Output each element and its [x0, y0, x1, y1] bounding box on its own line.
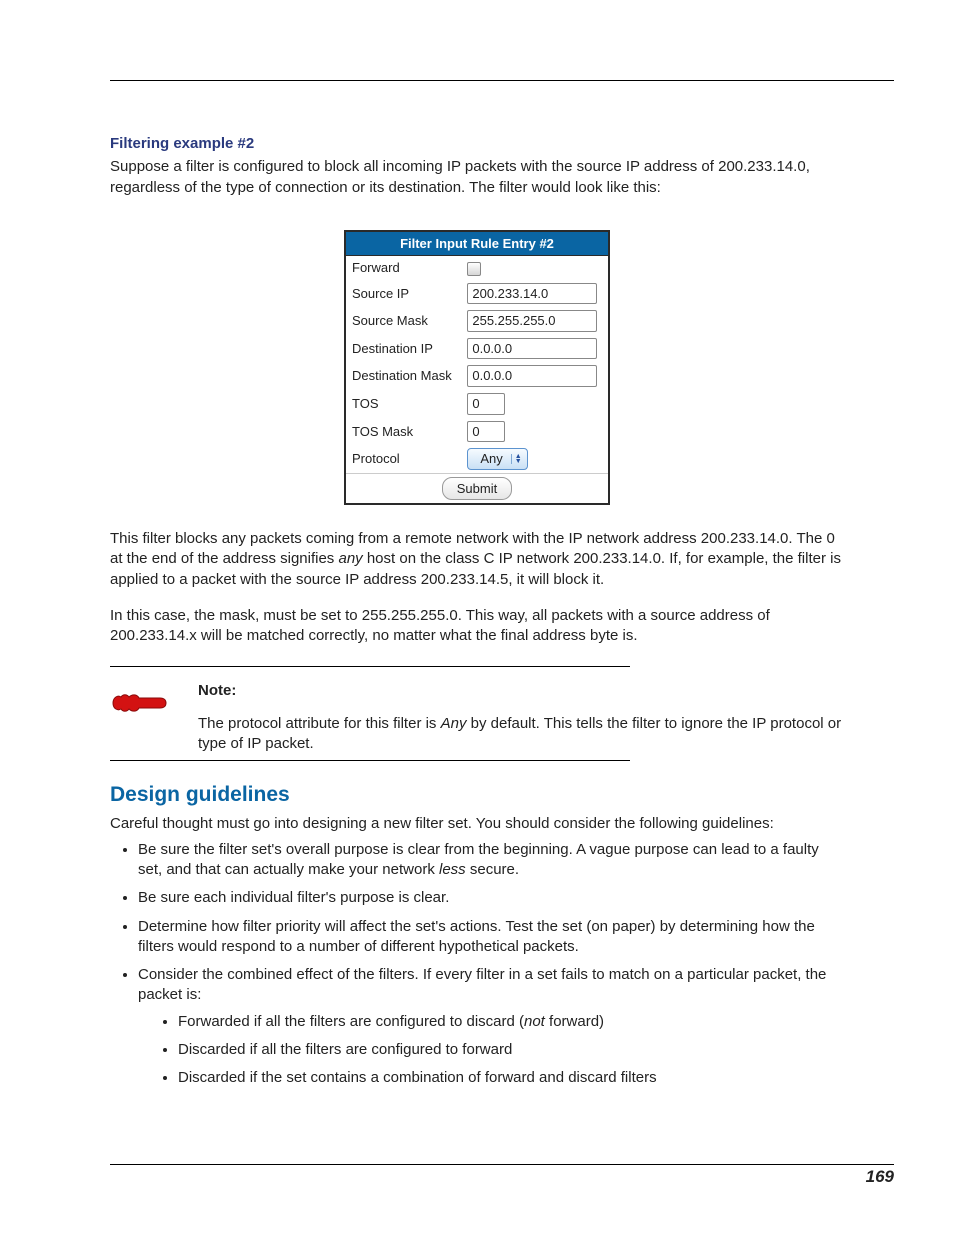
guideline-item: Determine how filter priority will affec… — [138, 917, 844, 958]
forward-label: Forward — [345, 256, 461, 280]
dest-ip-label: Destination IP — [345, 335, 461, 363]
tos-input[interactable]: 0 — [467, 393, 505, 415]
section-heading: Design guidelines — [110, 781, 844, 809]
sub-1-post: forward) — [545, 1013, 604, 1030]
source-ip-label: Source IP — [345, 280, 461, 308]
guideline-sublist: Forwarded if all the filters are configu… — [138, 1012, 844, 1089]
source-ip-input[interactable]: 200.233.14.0 — [467, 283, 597, 305]
sub-1-pre: Forwarded if all the filters are configu… — [178, 1013, 524, 1030]
tos-mask-label: TOS Mask — [345, 418, 461, 446]
guideline-item: Be sure each individual filter's purpose… — [138, 888, 844, 908]
page-root: Filtering example #2 Suppose a filter is… — [0, 0, 954, 1235]
dest-mask-label: Destination Mask — [345, 362, 461, 390]
protocol-select-value: Any — [480, 450, 502, 468]
note-text-em: Any — [441, 715, 467, 732]
bottom-horizontal-rule — [110, 1164, 894, 1165]
after-figure-para-1: This filter blocks any packets coming fr… — [110, 529, 844, 590]
form-figure-wrap: Filter Input Rule Entry #2 Forward Sourc… — [110, 230, 844, 505]
page-content: Filtering example #2 Suppose a filter is… — [110, 134, 844, 1088]
note-paragraph: The protocol attribute for this filter i… — [198, 714, 844, 755]
guideline-list: Be sure the filter set's overall purpose… — [110, 840, 844, 1089]
guideline-1-em: less — [439, 861, 466, 878]
note-block: Note: The protocol attribute for this fi… — [110, 666, 844, 761]
pointing-hand-icon — [110, 689, 168, 717]
forward-checkbox[interactable] — [467, 262, 481, 276]
guideline-item: Be sure the filter set's overall purpose… — [138, 840, 844, 881]
guideline-4-text: Consider the combined effect of the filt… — [138, 966, 826, 1003]
after-figure-para-1-em: any — [338, 550, 362, 567]
page-number: 169 — [866, 1166, 894, 1189]
note-label: Note: — [198, 681, 844, 701]
section-intro: Careful thought must go into designing a… — [110, 814, 844, 834]
dest-ip-input[interactable]: 0.0.0.0 — [467, 338, 597, 360]
guideline-subitem: Discarded if all the filters are configu… — [178, 1040, 844, 1060]
guideline-subitem: Discarded if the set contains a combinat… — [178, 1068, 844, 1088]
example-heading: Filtering example #2 — [110, 134, 844, 154]
tos-mask-input[interactable]: 0 — [467, 421, 505, 443]
note-rule-top — [110, 666, 630, 667]
note-text-a: The protocol attribute for this filter i… — [198, 715, 441, 732]
source-mask-label: Source Mask — [345, 307, 461, 335]
protocol-label: Protocol — [345, 445, 461, 473]
filter-form-figure: Filter Input Rule Entry #2 Forward Sourc… — [344, 230, 610, 505]
source-mask-input[interactable]: 255.255.255.0 — [467, 310, 597, 332]
guideline-subitem: Forwarded if all the filters are configu… — [178, 1012, 844, 1032]
guideline-item: Consider the combined effect of the filt… — [138, 965, 844, 1088]
guideline-1-post: secure. — [466, 861, 519, 878]
submit-button[interactable]: Submit — [442, 477, 512, 501]
sub-1-em: not — [524, 1013, 545, 1030]
select-stepper-icon: ▲▼ — [511, 454, 525, 464]
protocol-select[interactable]: Any ▲▼ — [467, 448, 527, 470]
after-figure-para-2: In this case, the mask, must be set to 2… — [110, 606, 844, 647]
figure-title: Filter Input Rule Entry #2 — [345, 231, 609, 256]
intro-paragraph: Suppose a filter is configured to block … — [110, 157, 844, 198]
tos-label: TOS — [345, 390, 461, 418]
top-horizontal-rule — [110, 80, 894, 81]
dest-mask-input[interactable]: 0.0.0.0 — [467, 365, 597, 387]
note-rule-bottom — [110, 760, 630, 761]
